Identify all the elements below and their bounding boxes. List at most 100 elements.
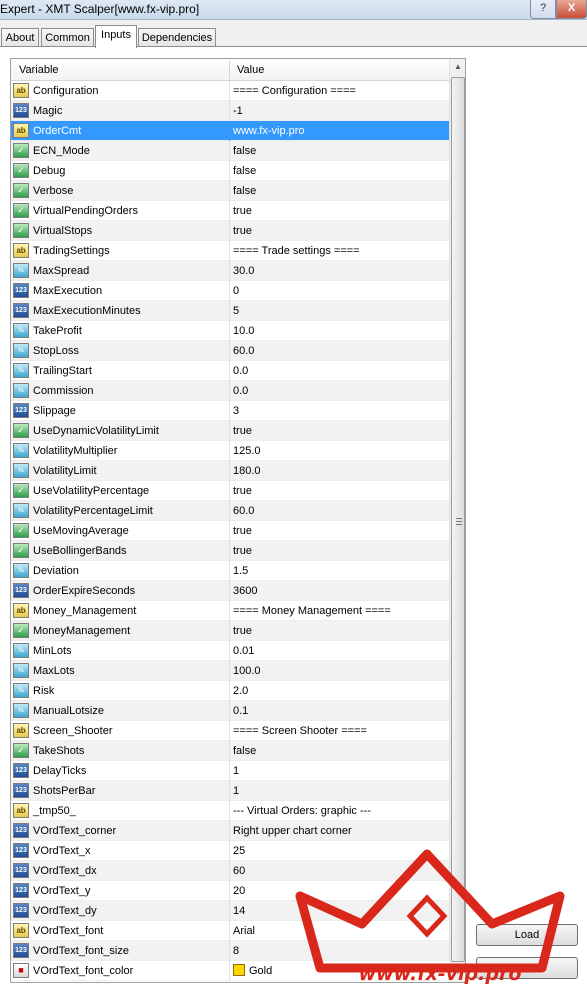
table-row[interactable]: ✓ MoneyManagement true xyxy=(11,621,449,641)
value-cell[interactable]: false xyxy=(233,181,256,201)
value-cell[interactable]: 1 xyxy=(233,781,239,801)
table-row[interactable]: ½ StopLoss 60.0 xyxy=(11,341,449,361)
scroll-down-arrow-icon[interactable]: ▼ xyxy=(450,964,465,980)
table-row[interactable]: ✓ UseVolatilityPercentage true xyxy=(11,481,449,501)
value-cell[interactable]: false xyxy=(233,741,256,761)
tab-common[interactable]: Common xyxy=(41,28,94,48)
value-cell[interactable]: 60 xyxy=(233,861,245,881)
column-header-variable[interactable]: Variable xyxy=(11,59,229,81)
table-row[interactable]: 123 MaxExecutionMinutes 5 xyxy=(11,301,449,321)
table-row[interactable]: ½ ManualLotsize 0.1 xyxy=(11,701,449,721)
table-row[interactable]: ✓ Verbose false xyxy=(11,181,449,201)
table-row[interactable]: ½ VolatilityPercentageLimit 60.0 xyxy=(11,501,449,521)
table-row[interactable]: ½ Deviation 1.5 xyxy=(11,561,449,581)
value-cell[interactable]: false xyxy=(233,161,256,181)
table-row[interactable]: ✓ UseMovingAverage true xyxy=(11,521,449,541)
column-header-value[interactable]: Value xyxy=(229,59,449,81)
table-row[interactable]: ab OrderCmt www.fx-vip.pro xyxy=(11,121,449,141)
table-row[interactable]: 123 Slippage 3 xyxy=(11,401,449,421)
table-row[interactable]: ½ MaxSpread 30.0 xyxy=(11,261,449,281)
value-cell[interactable]: true xyxy=(233,421,252,441)
value-cell[interactable]: 2.0 xyxy=(233,681,248,701)
scroll-thumb[interactable] xyxy=(451,77,465,962)
value-cell[interactable]: true xyxy=(233,541,252,561)
table-row[interactable]: ½ VolatilityMultiplier 125.0 xyxy=(11,441,449,461)
table-row[interactable]: ½ Risk 2.0 xyxy=(11,681,449,701)
table-row[interactable]: 123 VOrdText_corner Right upper chart corn… xyxy=(11,821,449,841)
value-cell[interactable]: Arial xyxy=(233,921,255,941)
table-row[interactable]: ½ MaxLots 100.0 xyxy=(11,661,449,681)
value-cell[interactable]: 3 xyxy=(233,401,239,421)
value-cell[interactable]: 10.0 xyxy=(233,321,254,341)
value-cell[interactable]: Gold xyxy=(233,961,272,981)
value-cell[interactable]: 1 xyxy=(233,761,239,781)
table-row[interactable]: ab Money_Management ==== Money Management … xyxy=(11,601,449,621)
value-cell[interactable]: 30.0 xyxy=(233,261,254,281)
table-row[interactable]: ✓ VirtualStops true xyxy=(11,221,449,241)
value-cell[interactable]: 1.5 xyxy=(233,561,248,581)
value-cell[interactable]: 60.0 xyxy=(233,341,254,361)
value-cell[interactable]: www.fx-vip.pro xyxy=(233,121,305,141)
table-row[interactable]: ✓ UseBollingerBands true xyxy=(11,541,449,561)
value-cell[interactable]: ==== Money Management ==== xyxy=(233,601,391,621)
value-cell[interactable]: true xyxy=(233,221,252,241)
table-row[interactable]: 123 VOrdText_x 25 xyxy=(11,841,449,861)
table-row[interactable]: 123 OrderExpireSeconds 3600 xyxy=(11,581,449,601)
table-row[interactable]: 123 VOrdText_font_size 8 xyxy=(11,941,449,961)
table-row[interactable]: ab _tmp50_ --- Virtual Orders: graphic --- xyxy=(11,801,449,821)
value-cell[interactable]: --- Virtual Orders: graphic --- xyxy=(233,801,371,821)
table-row[interactable]: ✓ Debug false xyxy=(11,161,449,181)
table-row[interactable]: ✓ VirtualPendingOrders true xyxy=(11,201,449,221)
table-row[interactable]: ab Configuration ==== Configuration ==== xyxy=(11,81,449,101)
table-row[interactable]: 123 MaxExecution 0 xyxy=(11,281,449,301)
value-cell[interactable]: ==== Trade settings ==== xyxy=(233,241,360,261)
value-cell[interactable]: 14 xyxy=(233,901,245,921)
table-row[interactable]: 123 Magic -1 xyxy=(11,101,449,121)
table-row[interactable]: ab TradingSettings ==== Trade settings ===… xyxy=(11,241,449,261)
table-row[interactable]: ✓ UseDynamicVolatilityLimit true xyxy=(11,421,449,441)
table-row[interactable]: ½ TakeProfit 10.0 xyxy=(11,321,449,341)
value-cell[interactable]: true xyxy=(233,481,252,501)
table-row[interactable]: 123 VOrdText_dy 14 xyxy=(11,901,449,921)
value-cell[interactable]: 0.1 xyxy=(233,701,248,721)
value-cell[interactable]: 25 xyxy=(233,841,245,861)
table-row[interactable]: ■ VOrdText_font_color Gold xyxy=(11,961,449,981)
table-row[interactable]: 123 ShotsPerBar 1 xyxy=(11,781,449,801)
value-cell[interactable]: 0 xyxy=(233,281,239,301)
value-cell[interactable]: ==== Screen Shooter ==== xyxy=(233,721,367,741)
value-cell[interactable]: false xyxy=(233,141,256,161)
table-row[interactable]: ab VOrdText_font Arial xyxy=(11,921,449,941)
value-cell[interactable]: 60.0 xyxy=(233,501,254,521)
value-cell[interactable]: 0.01 xyxy=(233,641,254,661)
table-row[interactable]: 123 VOrdText_dx 60 xyxy=(11,861,449,881)
table-row[interactable]: ✓ TakeShots false xyxy=(11,741,449,761)
table-row[interactable]: ½ Commission 0.0 xyxy=(11,381,449,401)
value-cell[interactable]: 8 xyxy=(233,941,239,961)
table-row[interactable]: ½ TrailingStart 0.0 xyxy=(11,361,449,381)
tab-about[interactable]: About xyxy=(1,28,39,48)
value-cell[interactable]: 20 xyxy=(233,881,245,901)
help-button[interactable]: ? xyxy=(530,0,556,19)
tab-dependencies[interactable]: Dependencies xyxy=(138,28,216,48)
value-cell[interactable]: 5 xyxy=(233,301,239,321)
save-button[interactable] xyxy=(476,957,578,979)
table-row[interactable]: ✓ ECN_Mode false xyxy=(11,141,449,161)
value-cell[interactable]: -1 xyxy=(233,101,243,121)
close-button[interactable]: X xyxy=(556,0,587,19)
value-cell[interactable]: 180.0 xyxy=(233,461,261,481)
load-button[interactable]: Load xyxy=(476,924,578,946)
value-cell[interactable]: 3600 xyxy=(233,581,257,601)
table-row[interactable]: 123 VOrdText_y 20 xyxy=(11,881,449,901)
value-cell[interactable]: 0.0 xyxy=(233,361,248,381)
value-cell[interactable]: 0.0 xyxy=(233,381,248,401)
table-row[interactable]: ½ MinLots 0.01 xyxy=(11,641,449,661)
value-cell[interactable]: true xyxy=(233,521,252,541)
value-cell[interactable]: Right upper chart corner xyxy=(233,821,352,841)
value-cell[interactable]: true xyxy=(233,201,252,221)
table-row[interactable]: ab Screen_Shooter ==== Screen Shooter ==== xyxy=(11,721,449,741)
table-row[interactable]: ½ VolatilityLimit 180.0 xyxy=(11,461,449,481)
value-cell[interactable]: ==== Configuration ==== xyxy=(233,81,356,101)
value-cell[interactable]: true xyxy=(233,621,252,641)
value-cell[interactable]: 100.0 xyxy=(233,661,261,681)
table-row[interactable]: 123 DelayTicks 1 xyxy=(11,761,449,781)
